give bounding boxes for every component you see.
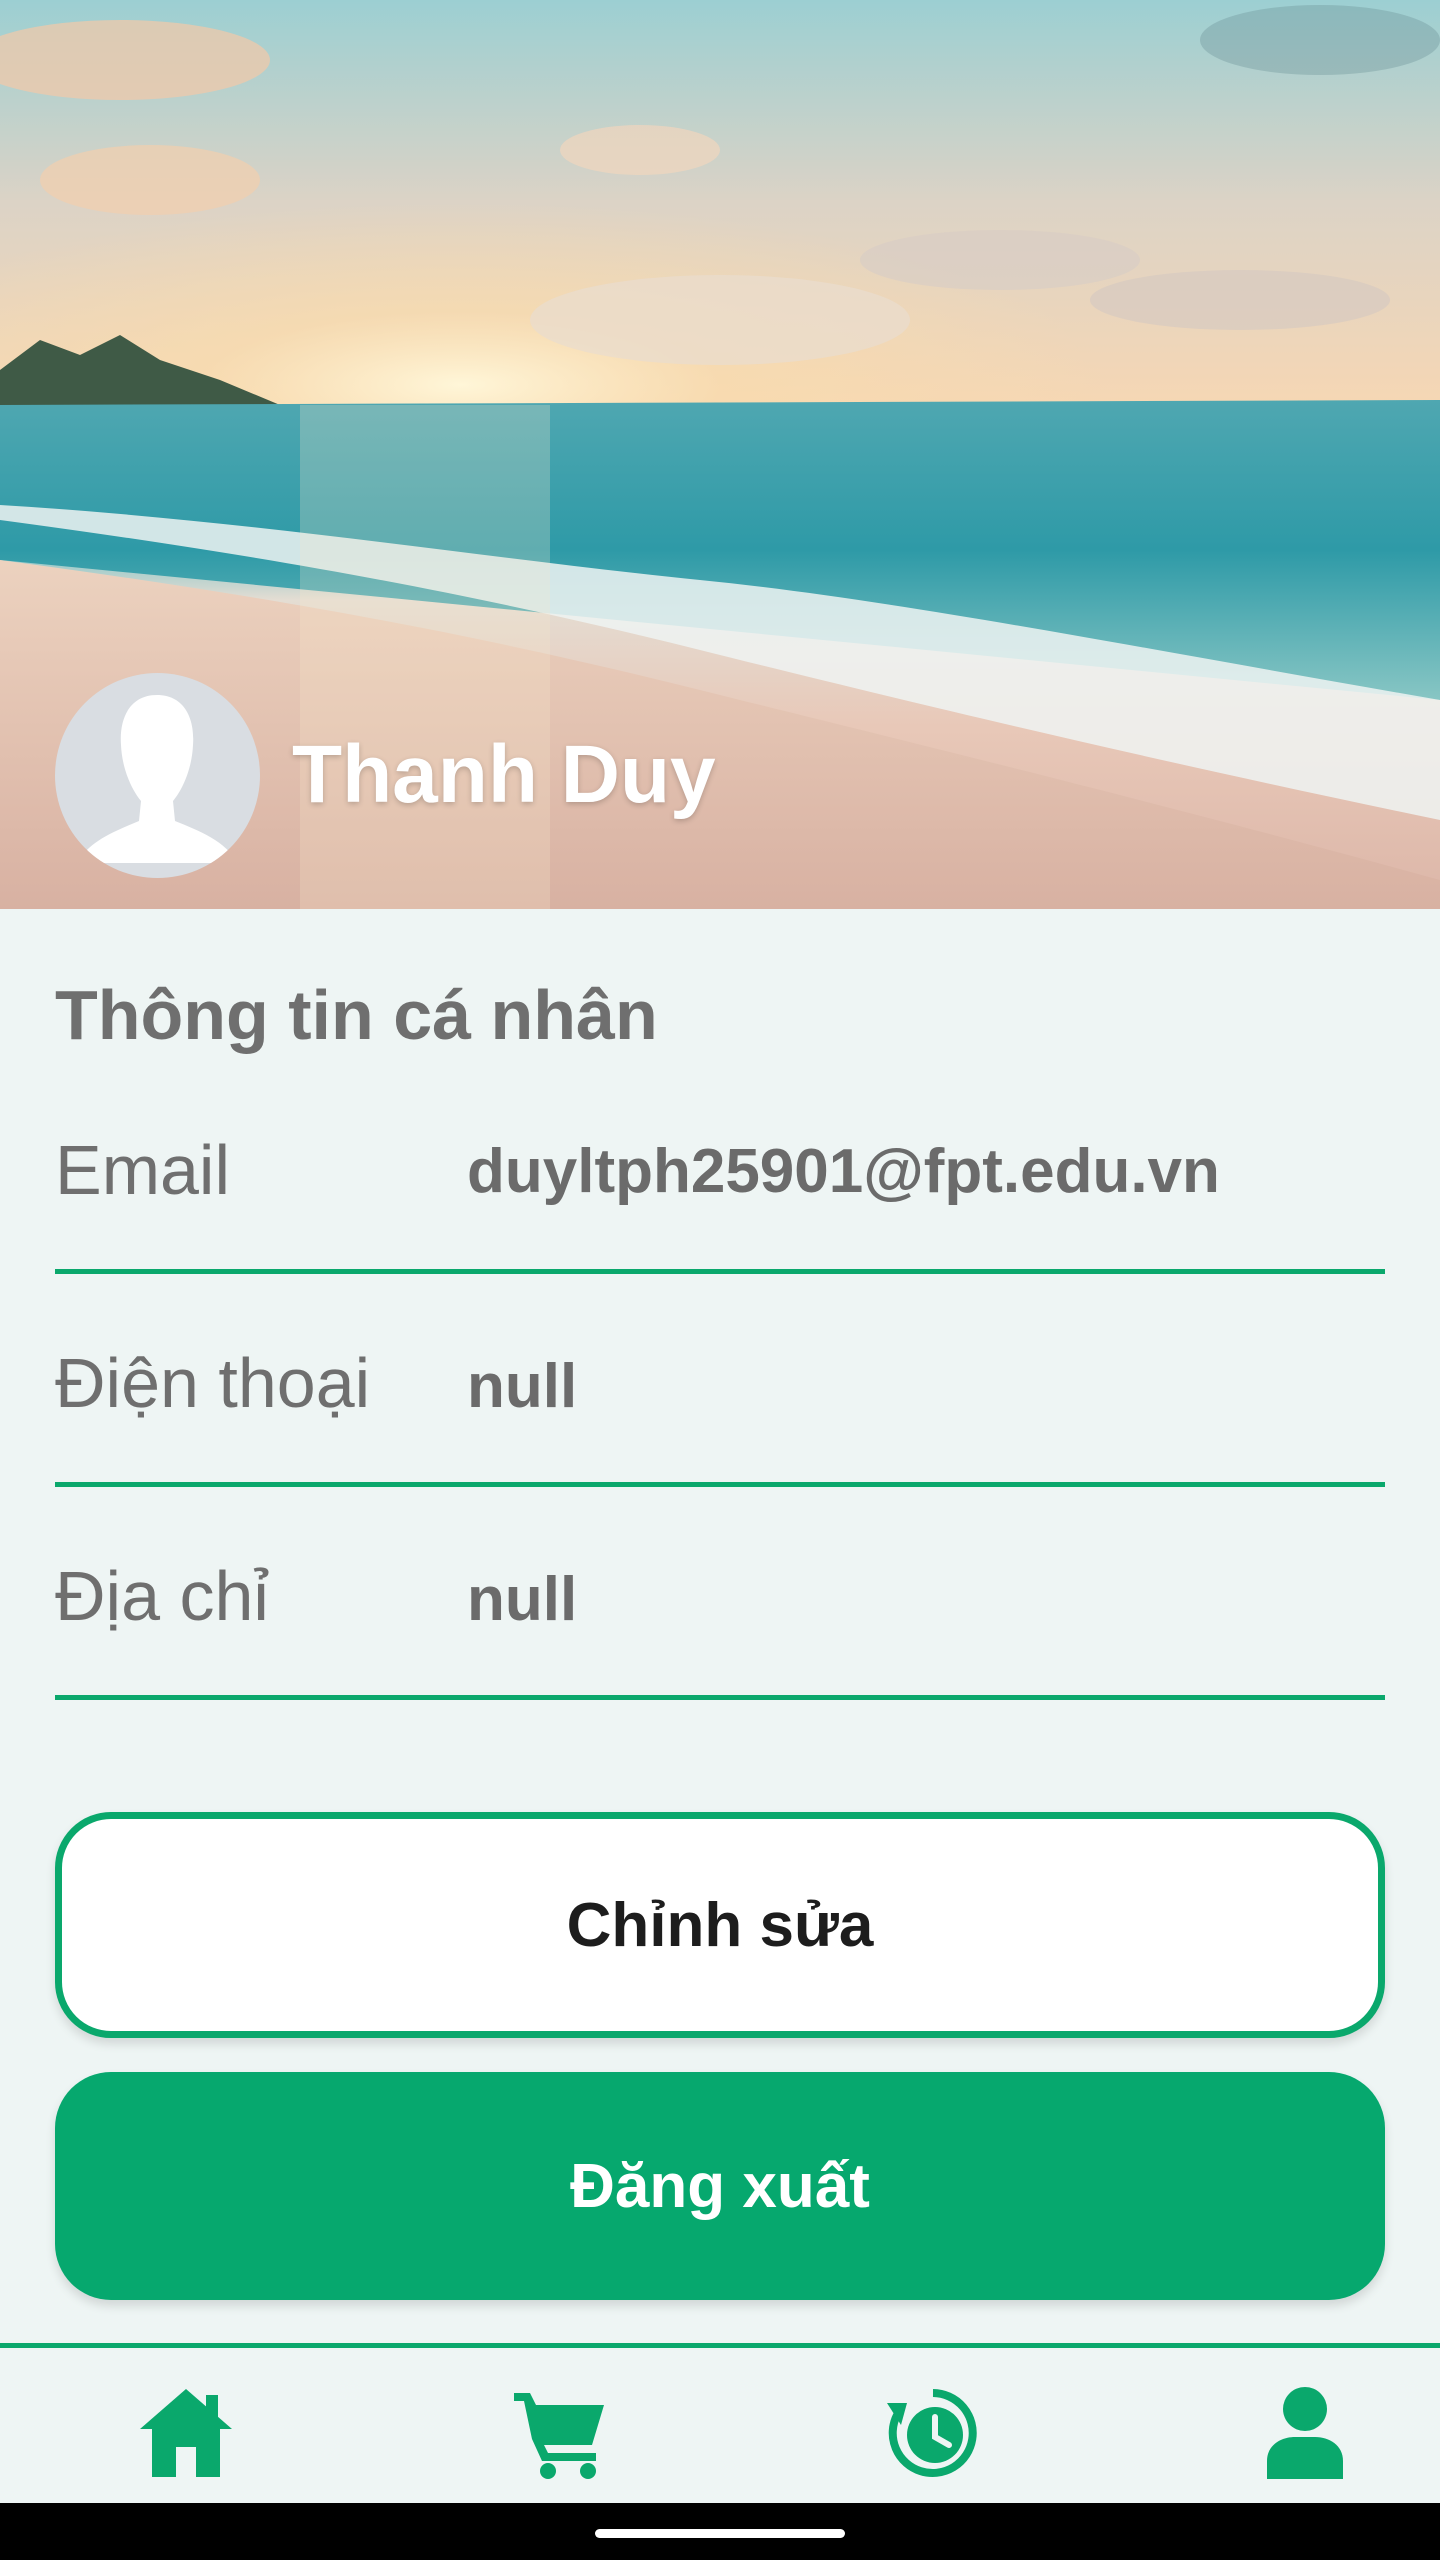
bottom-navigation	[0, 2343, 1440, 2503]
home-indicator[interactable]	[595, 2529, 845, 2538]
nav-item-history[interactable]	[873, 2378, 993, 2488]
profile-icon	[1267, 2387, 1343, 2479]
person-silhouette-icon	[77, 695, 238, 863]
cart-icon	[514, 2393, 604, 2479]
user-name: Thanh Duy	[292, 729, 716, 820]
email-value: duyltph25901@fpt.edu.vn	[467, 1137, 1220, 1206]
section-title: Thông tin cá nhân	[55, 976, 658, 1054]
nav-item-profile[interactable]	[1245, 2378, 1365, 2488]
home-icon	[140, 2389, 232, 2477]
address-label: Địa chỉ	[55, 1557, 269, 1635]
address-value: null	[467, 1565, 578, 1634]
avatar[interactable]	[55, 673, 260, 878]
system-navigation-bar	[0, 2503, 1440, 2560]
edit-button-label: Chỉnh sửa	[566, 1890, 874, 1960]
profile-header-banner: Thanh Duy	[0, 0, 1440, 909]
nav-item-home[interactable]	[126, 2378, 246, 2488]
info-row-email: Email duyltph25901@fpt.edu.vn	[55, 1060, 1385, 1274]
phone-label: Điện thoại	[55, 1344, 371, 1422]
info-row-address: Địa chỉ null	[55, 1486, 1385, 1700]
history-icon	[887, 2389, 977, 2477]
logout-button-label: Đăng xuất	[570, 2151, 870, 2221]
edit-button[interactable]: Chỉnh sửa	[55, 1812, 1385, 2038]
nav-item-cart[interactable]	[500, 2378, 620, 2488]
divider	[55, 1695, 1385, 1700]
logout-button[interactable]: Đăng xuất	[55, 2072, 1385, 2300]
phone-value: null	[467, 1352, 578, 1421]
email-label: Email	[55, 1131, 231, 1209]
info-row-phone: Điện thoại null	[55, 1273, 1385, 1487]
